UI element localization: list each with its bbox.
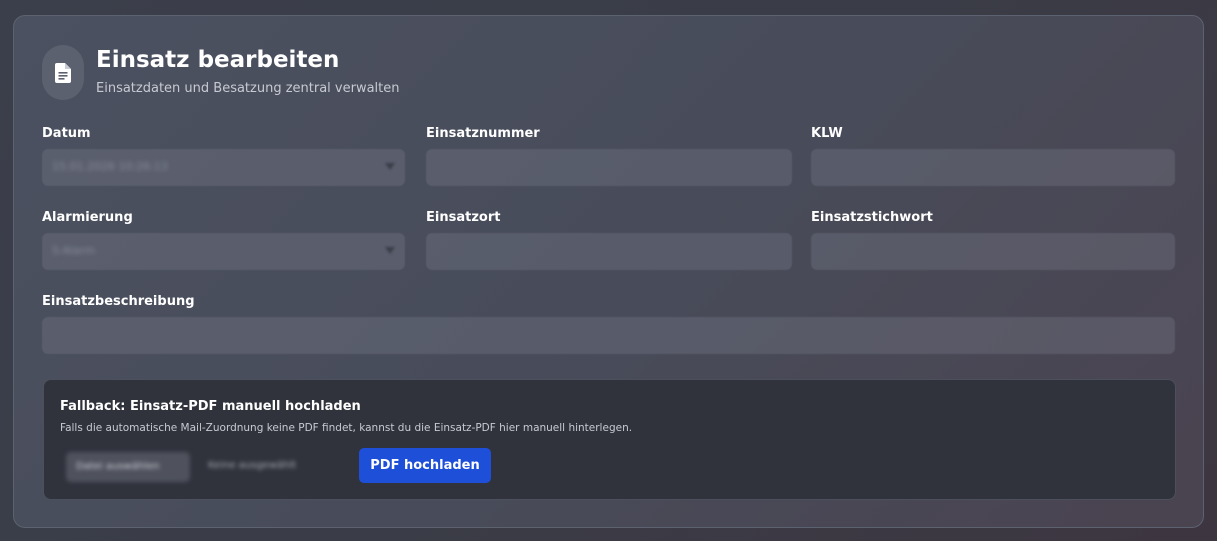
- klw-label: KLW: [811, 126, 843, 141]
- choose-file-button[interactable]: Datei auswählen: [66, 452, 190, 482]
- einsatzort-field[interactable]: [426, 233, 792, 270]
- einsatznummer-label: Einsatznummer: [426, 126, 540, 141]
- chevron-down-icon[interactable]: [385, 163, 395, 170]
- page-title: Einsatz bearbeiten: [96, 47, 340, 73]
- einsatzbeschreibung-field[interactable]: [42, 317, 1175, 354]
- file-status-text: Keine ausgewählt: [208, 460, 297, 471]
- klw-field[interactable]: [811, 149, 1175, 186]
- alarmierung-label: Alarmierung: [42, 210, 133, 225]
- datum-label: Datum: [42, 126, 91, 141]
- einsatzstichwort-label: Einsatzstichwort: [811, 210, 933, 225]
- page-subtitle: Einsatzdaten und Besatzung zentral verwa…: [96, 81, 400, 96]
- chevron-down-icon[interactable]: [385, 247, 395, 254]
- fallback-title: Fallback: Einsatz-PDF manuell hochladen: [60, 399, 361, 414]
- choose-file-label: Datei auswählen: [76, 461, 160, 472]
- alarmierung-field[interactable]: S-Alarm: [42, 233, 405, 270]
- einsatzort-label: Einsatzort: [426, 210, 501, 225]
- edit-incident-card: Einsatz bearbeiten Einsatzdaten und Besa…: [13, 15, 1204, 528]
- pdf-fallback-panel: Fallback: Einsatz-PDF manuell hochladen …: [43, 379, 1176, 500]
- upload-pdf-button[interactable]: PDF hochladen: [359, 448, 491, 483]
- einsatzstichwort-field[interactable]: [811, 233, 1175, 270]
- fallback-description: Falls die automatische Mail-Zuordnung ke…: [60, 422, 633, 434]
- alarmierung-value: S-Alarm: [52, 244, 96, 257]
- datum-value: 15.01.2026 10:26:13: [52, 160, 168, 173]
- datum-field[interactable]: 15.01.2026 10:26:13: [42, 149, 405, 186]
- einsatznummer-field[interactable]: [426, 149, 792, 186]
- document-icon: [42, 45, 84, 100]
- einsatzbeschreibung-label: Einsatzbeschreibung: [42, 294, 195, 309]
